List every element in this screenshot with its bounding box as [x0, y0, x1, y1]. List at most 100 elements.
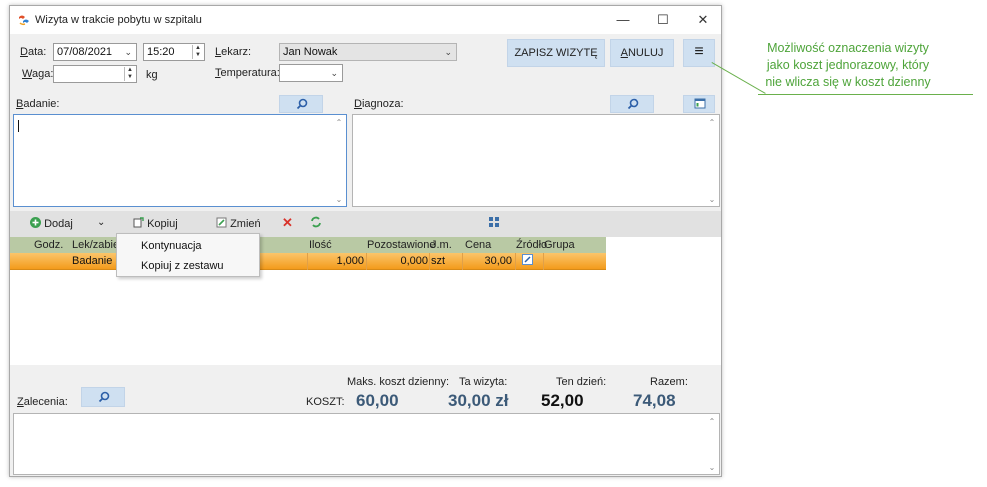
cancel-button[interactable]: ANULUJ — [610, 39, 674, 67]
visit-cost-label: Ta wizyta: — [459, 376, 508, 388]
temperature-label: Temperatura: — [215, 67, 280, 79]
date-picker[interactable]: 07/08/2021 ⌄ — [53, 43, 137, 61]
annotation-line: nie wlicza się w koszt dzienny — [765, 75, 931, 89]
grid-columns-icon — [489, 217, 499, 227]
doctor-select[interactable]: Jan Nowak ⌄ — [279, 43, 457, 61]
max-daily-cost-label: Maks. koszt dzienny: — [347, 376, 450, 388]
column-header-unit[interactable]: J.m. — [431, 239, 452, 251]
scroll-up-icon[interactable]: ⌃ — [332, 118, 346, 127]
exam-search-button[interactable] — [279, 95, 323, 113]
annotation-underline — [758, 94, 973, 95]
diagnosis-textarea[interactable]: ⌃ ⌄ — [352, 114, 720, 207]
menu-item-copy-from-set[interactable]: Kopiuj z zestawu — [141, 260, 224, 272]
search-icon — [98, 391, 110, 403]
maximize-button[interactable]: ☐ — [643, 6, 683, 34]
copy-icon — [133, 217, 144, 228]
cell-item: Badanie r — [72, 255, 120, 267]
weight-label: Waga: — [22, 68, 54, 80]
column-header-group[interactable]: Grupa — [544, 239, 575, 251]
visit-cost-value: 30,00 zł — [448, 391, 509, 410]
diagnosis-label: Diagnoza: — [354, 98, 404, 110]
refresh-icon — [311, 216, 321, 228]
time-input[interactable]: 15:20 ▲ ▼ — [143, 43, 205, 61]
scroll-up-icon[interactable]: ⌃ — [705, 118, 719, 127]
refresh-button[interactable] — [310, 216, 322, 231]
cost-label: KOSZT: — [306, 396, 345, 408]
doctor-label: Lekarz: — [215, 46, 252, 58]
diagnosis-search-button[interactable] — [610, 95, 654, 113]
weight-input[interactable]: ▲ ▼ — [53, 65, 137, 83]
total-cost-value: 74,08 — [633, 391, 676, 410]
max-daily-cost-value: 60,00 — [356, 391, 399, 410]
column-header-source[interactable]: Źródło — [516, 239, 547, 251]
column-header-price[interactable]: Cena — [465, 239, 491, 251]
annotation-callout: Możliwość oznaczenia wizyty jako koszt j… — [748, 40, 948, 91]
weight-unit: kg — [146, 69, 158, 81]
search-icon — [627, 98, 639, 110]
date-label: Data: — [20, 46, 47, 58]
diagnosis-scrollbar[interactable]: ⌃ ⌄ — [705, 115, 719, 206]
source-edit-icon[interactable] — [522, 254, 533, 268]
chevron-down-icon: ⌄ — [330, 68, 338, 78]
cell-remaining: 0,000 — [400, 255, 428, 267]
column-header-time[interactable]: Godz. — [34, 239, 63, 251]
scroll-up-icon[interactable]: ⌃ — [705, 417, 719, 426]
spinner-icon[interactable]: ▲ ▼ — [192, 45, 203, 59]
text-cursor — [18, 120, 19, 132]
cell-divider — [462, 253, 463, 270]
chevron-down-icon: ⌄ — [124, 47, 132, 57]
recommendations-label: Zalecenia: — [17, 396, 68, 408]
recommendations-scrollbar[interactable]: ⌃ ⌄ — [705, 414, 719, 474]
minimize-button[interactable]: — — [603, 6, 643, 34]
grid-header: Godz. Lek/zabie Ilość Pozostawione J.m. … — [10, 237, 606, 253]
recommendations-textarea[interactable]: ⌃ ⌄ — [13, 413, 720, 475]
cell-price: 30,00 — [484, 255, 512, 267]
copy-button[interactable]: Kopiuj — [133, 217, 178, 230]
exam-label: Badanie: — [16, 98, 60, 110]
column-header-item[interactable]: Lek/zabie — [72, 239, 119, 251]
total-cost-label: Razem: — [650, 376, 688, 388]
title-bar: Wizyta w trakcie pobytu w szpitalu — ☐ ✕ — [10, 6, 721, 34]
columns-button[interactable] — [488, 216, 500, 231]
cell-divider — [366, 253, 367, 270]
edit-icon — [216, 217, 227, 228]
cell-unit: szt — [431, 255, 446, 267]
window-list-icon — [694, 98, 706, 109]
scroll-down-icon[interactable]: ⌄ — [705, 195, 719, 204]
delete-icon[interactable]: ✕ — [282, 215, 293, 231]
exam-scrollbar[interactable]: ⌃ ⌄ — [332, 115, 346, 206]
cell-divider — [515, 253, 516, 270]
plus-circle-icon — [30, 217, 41, 228]
close-button[interactable]: ✕ — [683, 6, 721, 34]
menu-item-continuation[interactable]: Kontynuacja — [141, 240, 202, 252]
add-dropdown-menu: Kontynuacja Kopiuj z zestawu — [116, 233, 260, 277]
dictionary-button[interactable] — [683, 95, 715, 113]
add-button[interactable]: Dodaj — [30, 217, 73, 230]
change-button[interactable]: Zmień — [216, 217, 261, 230]
table-row[interactable]: Badanie r 1,000 0,000 szt 30,00 — [10, 253, 606, 270]
add-dropdown-chevron-icon[interactable]: ⌄ — [97, 217, 105, 228]
temperature-select[interactable]: ⌄ — [279, 64, 343, 82]
day-cost-label: Ten dzień: — [556, 376, 607, 388]
exam-textarea[interactable]: ⌃ ⌄ — [13, 114, 347, 207]
recommendations-section: Zalecenia: KOSZT: Maks. koszt dzienny: 6… — [10, 365, 721, 476]
spinner-icon[interactable]: ▲ ▼ — [124, 67, 135, 81]
main-window: Wizyta w trakcie pobytu w szpitalu — ☐ ✕… — [9, 5, 722, 477]
cell-divider — [543, 253, 544, 270]
chevron-down-icon: ⌄ — [444, 47, 452, 57]
app-logo-icon — [19, 15, 29, 26]
column-header-remaining[interactable]: Pozostawione — [367, 239, 436, 251]
menu-button[interactable]: ≡ — [683, 39, 715, 67]
scroll-down-icon[interactable]: ⌄ — [332, 195, 346, 204]
search-icon — [296, 98, 308, 110]
save-visit-button[interactable]: ZAPISZ WIZYTĘ — [507, 39, 605, 67]
cell-divider — [429, 253, 430, 270]
window-title: Wizyta w trakcie pobytu w szpitalu — [35, 14, 202, 26]
day-cost-value: 52,00 — [541, 391, 584, 410]
scroll-down-icon[interactable]: ⌄ — [705, 463, 719, 472]
visit-form: Data: 07/08/2021 ⌄ 15:20 ▲ ▼ Lekarz: Jan N… — [10, 34, 721, 94]
recommendations-search-button[interactable] — [81, 387, 125, 407]
column-header-quantity[interactable]: Ilość — [309, 239, 332, 251]
annotation-line: Możliwość oznaczenia wizyty — [767, 41, 929, 55]
exam-diagnosis-header: Badanie: Diagnoza: — [10, 95, 721, 113]
